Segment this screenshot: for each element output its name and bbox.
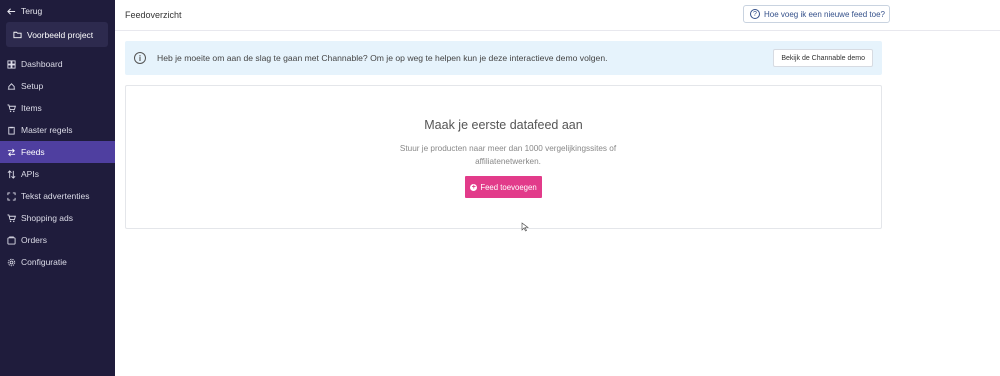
sidebar-item-configuratie[interactable]: Configuratie [0,251,115,273]
folder-icon [13,30,22,39]
question-icon: ? [750,9,760,19]
info-icon: i [134,52,146,64]
demo-button[interactable]: Bekijk de Channable demo [773,49,873,67]
sidebar-item-label: Tekst advertenties [21,191,90,201]
mouse-cursor-icon [521,222,529,232]
sidebar-item-label: Orders [21,235,47,245]
info-banner: i Heb je moeite om aan de slag te gaan m… [125,41,882,75]
clipboard-icon [7,126,16,135]
help-button[interactable]: ? Hoe voeg ik een nieuwe feed toe? [743,5,890,23]
empty-state-subtitle: Stuur je producten naar meer dan 1000 ve… [399,144,617,166]
help-label: Hoe voeg ik een nieuwe feed toe? [764,9,885,19]
feeds-icon [7,148,16,157]
sidebar-item-label: Setup [21,81,44,91]
project-selector[interactable]: Voorbeeld project [6,22,108,47]
sidebar-item-shopping-ads[interactable]: Shopping ads [0,207,115,229]
orders-icon [7,235,16,245]
sidebar-item-label: Shopping ads [21,213,73,223]
add-feed-button[interactable]: + Feed toevoegen [465,176,542,198]
page-title: Feedoverzicht [125,10,182,20]
sidebar-item-setup[interactable]: Setup [0,75,115,97]
sidebar-item-label: Master regels [21,125,73,135]
sidebar-item-label: Configuratie [21,257,67,267]
empty-state-card: Maak je eerste datafeed aan Stuur je pro… [125,85,882,229]
sidebar-item-master-regels[interactable]: Master regels [0,119,115,141]
plus-circle-icon: + [470,183,478,191]
sidebar-item-items[interactable]: Items [0,97,115,119]
dashboard-icon [7,59,16,69]
sidebar-item-apis[interactable]: APIs [0,163,115,185]
sidebar-item-label: Feeds [21,147,45,157]
banner-text: Heb je moeite om aan de slag te gaan met… [157,53,608,63]
sort-icon [7,169,16,179]
sidebar-item-label: Items [21,103,42,113]
back-label: Terug [21,6,43,16]
add-feed-label: Feed toevoegen [480,182,537,192]
setup-icon [7,82,16,91]
sidebar: Terug Voorbeeld project Dashboard Setup … [0,0,115,376]
sidebar-item-label: Dashboard [21,59,63,69]
cart-icon [7,103,16,113]
sidebar-item-tekst-advertenties[interactable]: Tekst advertenties [0,185,115,207]
sidebar-item-feeds[interactable]: Feeds [0,141,115,163]
expand-icon [7,191,16,201]
sidebar-item-label: APIs [21,169,39,179]
arrow-left-icon [7,7,16,16]
back-link[interactable]: Terug [7,6,42,16]
sidebar-item-orders[interactable]: Orders [0,229,115,251]
cart-icon [7,213,16,223]
header: Feedoverzicht ? Hoe voeg ik een nieuwe f… [115,0,1000,31]
gear-icon [7,258,16,267]
sidebar-nav: Dashboard Setup Items Master regels Feed… [0,53,115,273]
project-label: Voorbeeld project [27,29,94,40]
sidebar-item-dashboard[interactable]: Dashboard [0,53,115,75]
empty-state-title: Maak je eerste datafeed aan [424,118,583,132]
